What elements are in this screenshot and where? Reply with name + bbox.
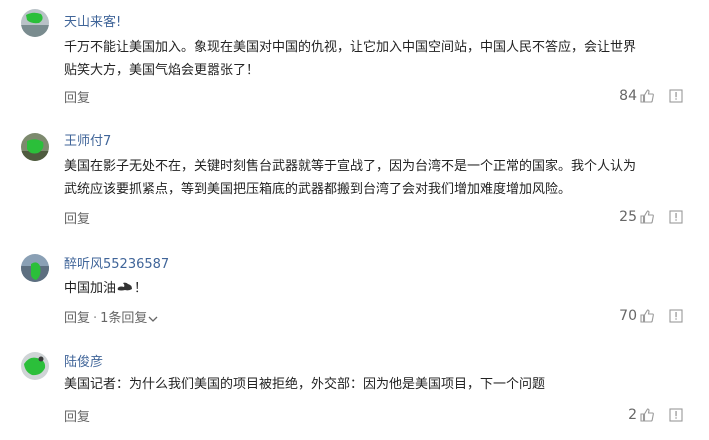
thumb-up-icon[interactable] (639, 407, 655, 423)
avatar[interactable] (21, 133, 49, 161)
reply-button[interactable]: 回复 (64, 212, 90, 227)
flexed-biceps-emoji (117, 282, 133, 291)
report-icon[interactable] (669, 408, 683, 422)
view-replies-label: 1条回复 (100, 311, 148, 326)
comment-text-line: 中国加油 ！ (64, 277, 694, 300)
like-area: 2 (628, 405, 683, 425)
comment-item: 王师付7 美国在影子无处不在，关键时刻售台武器就等于宣战了，因为台湾不是一个正常… (0, 115, 709, 230)
comment-text: 美国记者：为什么我们美国的项目被拒绝，外交部：因为他是美国项目，下一个问题 (64, 373, 694, 396)
comment-item: 天山来客! 千万不能让美国加入。象现在美国对中国的仇视，让它加入中国空间站，中国… (0, 0, 709, 115)
comment-text-part: ！ (134, 281, 148, 296)
comment-text-line: 千万不能让美国加入。象现在美国对中国的仇视，让它加入中国空间站，中国人民不答应，… (64, 40, 637, 55)
username[interactable]: 天山来客! (64, 11, 121, 30)
comment-text: 中国加油 ！ (64, 277, 694, 300)
avatar[interactable] (21, 9, 49, 37)
comment-text-line: 美国记者：为什么我们美国的项目被拒绝，外交部：因为他是美国项目，下一个问题 (64, 377, 546, 392)
username[interactable]: 陆俊彦 (64, 351, 103, 370)
chevron-down-icon (148, 316, 158, 322)
comment-text: 千万不能让美国加入。象现在美国对中国的仇视，让它加入中国空间站，中国人民不答应，… (64, 36, 694, 82)
avatar[interactable] (21, 254, 49, 282)
comment-text-part: 中国加油 (64, 281, 117, 296)
report-icon[interactable] (669, 89, 683, 103)
thumb-up-icon[interactable] (639, 308, 655, 324)
comment-actions: 回复 (64, 208, 90, 227)
avatar[interactable] (21, 352, 49, 380)
reply-button[interactable]: 回复 (64, 311, 90, 326)
like-area: 84 (619, 86, 683, 106)
reply-button[interactable]: 回复 (64, 91, 90, 106)
view-replies-button[interactable]: 1条回复 (100, 311, 158, 326)
like-count: 25 (619, 209, 637, 225)
report-icon[interactable] (669, 210, 683, 224)
like-area: 25 (619, 207, 683, 227)
comment-actions: 回复 · 1条回复 (64, 307, 158, 326)
username[interactable]: 醉听风55236587 (64, 253, 169, 272)
reply-button[interactable]: 回复 (64, 410, 90, 425)
like-count: 84 (619, 88, 637, 104)
thumb-up-icon[interactable] (639, 88, 655, 104)
report-icon[interactable] (669, 309, 683, 323)
like-count: 2 (628, 407, 637, 423)
comment-text-line: 美国在影子无处不在，关键时刻售台武器就等于宣战了，因为台湾不是一个正常的国家。我… (64, 159, 637, 174)
comment-text: 美国在影子无处不在，关键时刻售台武器就等于宣战了，因为台湾不是一个正常的国家。我… (64, 155, 694, 201)
comment-item: 陆俊彦 美国记者：为什么我们美国的项目被拒绝，外交部：因为他是美国项目，下一个问… (0, 337, 709, 440)
comment-actions: 回复 (64, 406, 90, 425)
comment-text-line: 贴笑大方，美国气焰会更嚣张了！ (64, 63, 260, 78)
comment-item: 醉听风55236587 中国加油 ！ 回复 · 1条回复 70 (0, 230, 709, 337)
thumb-up-icon[interactable] (639, 209, 655, 225)
comment-actions: 回复 (64, 87, 90, 106)
comment-text-line: 武统应该要抓紧点，等到美国把压箱底的武器都搬到台湾了会对我们增加难度增加风险。 (64, 182, 572, 197)
username[interactable]: 王师付7 (64, 130, 111, 149)
like-area: 70 (619, 306, 683, 326)
separator: · (93, 311, 98, 326)
like-count: 70 (619, 308, 637, 324)
